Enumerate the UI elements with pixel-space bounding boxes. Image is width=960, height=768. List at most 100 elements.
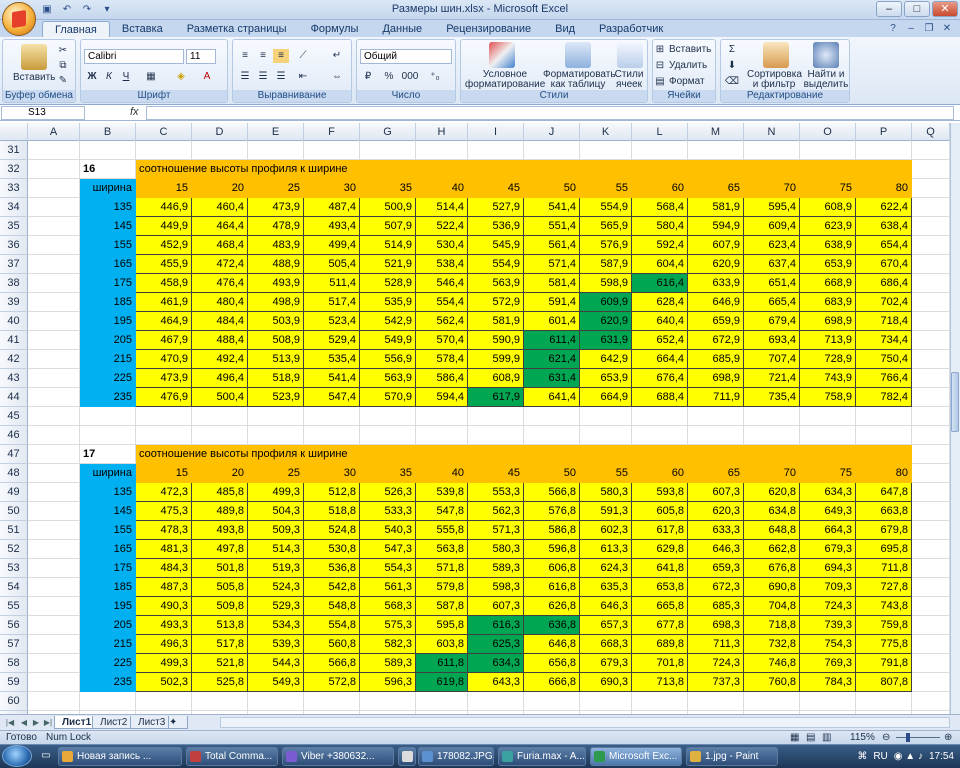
value-cell[interactable]: 693,4 (744, 331, 800, 350)
value-cell[interactable]: 484,3 (136, 559, 192, 578)
cell[interactable] (28, 597, 80, 616)
cell[interactable] (28, 407, 80, 426)
cell[interactable] (744, 407, 800, 426)
value-cell[interactable]: 549,3 (248, 673, 304, 692)
clear-icon[interactable]: ⌫ (724, 75, 740, 89)
value-cell[interactable]: 580,3 (468, 540, 524, 559)
cell[interactable] (28, 350, 80, 369)
tab-7[interactable]: Разработчик (587, 21, 675, 38)
ratio-header-cell[interactable]: 20 (192, 464, 248, 483)
value-cell[interactable]: 662,8 (744, 540, 800, 559)
tire-width-cell[interactable]: 155 (80, 521, 136, 540)
value-cell[interactable]: 646,8 (524, 635, 580, 654)
cell[interactable] (192, 692, 248, 711)
clock[interactable]: 17:54 (929, 751, 954, 762)
sheet-tab-3[interactable]: Лист3 (130, 716, 174, 729)
cell[interactable] (28, 198, 80, 217)
value-cell[interactable]: 563,9 (360, 369, 416, 388)
cell[interactable] (28, 559, 80, 578)
tire-width-cell[interactable]: 225 (80, 369, 136, 388)
value-cell[interactable]: 617,8 (632, 521, 688, 540)
value-cell[interactable]: 750,4 (856, 350, 912, 369)
value-cell[interactable]: 651,4 (744, 274, 800, 293)
cell[interactable] (136, 141, 192, 160)
value-cell[interactable]: 601,4 (524, 312, 580, 331)
value-cell[interactable]: 622,4 (856, 198, 912, 217)
cell[interactable] (80, 692, 136, 711)
value-cell[interactable]: 511,4 (304, 274, 360, 293)
column-header-J[interactable]: J (524, 123, 580, 141)
value-cell[interactable]: 536,9 (468, 217, 524, 236)
cell[interactable] (468, 407, 524, 426)
minimize-button[interactable]: – (876, 1, 902, 17)
value-cell[interactable]: 732,8 (744, 635, 800, 654)
cell[interactable] (912, 236, 950, 255)
value-cell[interactable]: 580,3 (580, 483, 632, 502)
value-cell[interactable]: 641,8 (632, 559, 688, 578)
tab-0[interactable]: Главная (42, 21, 110, 38)
column-header-B[interactable]: B (80, 123, 136, 141)
tire-width-cell[interactable]: 175 (80, 274, 136, 293)
value-cell[interactable]: 529,3 (248, 597, 304, 616)
value-cell[interactable]: 709,3 (800, 578, 856, 597)
column-header-C[interactable]: C (136, 123, 192, 141)
row-header[interactable]: 54 (0, 578, 28, 597)
value-cell[interactable]: 579,8 (416, 578, 468, 597)
row-header[interactable]: 58 (0, 654, 28, 673)
value-cell[interactable]: 628,4 (632, 293, 688, 312)
highlight-value-cell[interactable]: 616,4 (632, 274, 688, 293)
column-header-D[interactable]: D (192, 123, 248, 141)
cell[interactable] (912, 198, 950, 217)
value-cell[interactable]: 554,9 (580, 198, 632, 217)
value-cell[interactable]: 576,9 (580, 236, 632, 255)
value-cell[interactable]: 656,8 (524, 654, 580, 673)
value-cell[interactable]: 721,4 (744, 369, 800, 388)
value-cell[interactable]: 760,8 (744, 673, 800, 692)
taskbar-item-0[interactable]: Новая запись ... (58, 747, 182, 766)
tire-width-cell[interactable]: 195 (80, 312, 136, 331)
value-cell[interactable]: 556,9 (360, 350, 416, 369)
column-header-E[interactable]: E (248, 123, 304, 141)
align-left-icon[interactable]: ☰ (237, 70, 253, 84)
percent-button[interactable]: % (381, 70, 397, 84)
value-cell[interactable]: 563,9 (468, 274, 524, 293)
cell[interactable] (912, 540, 950, 559)
column-header-K[interactable]: K (580, 123, 632, 141)
value-cell[interactable]: 664,4 (632, 350, 688, 369)
value-cell[interactable]: 685,9 (688, 350, 744, 369)
value-cell[interactable]: 458,9 (136, 274, 192, 293)
value-cell[interactable]: 541,4 (304, 369, 360, 388)
value-cell[interactable]: 807,8 (856, 673, 912, 692)
cell[interactable] (912, 616, 950, 635)
value-cell[interactable]: 594,4 (416, 388, 468, 407)
cell[interactable] (192, 426, 248, 445)
cell[interactable] (632, 426, 688, 445)
value-cell[interactable]: 517,8 (192, 635, 248, 654)
value-cell[interactable]: 513,8 (192, 616, 248, 635)
value-cell[interactable]: 634,8 (744, 502, 800, 521)
tire-width-cell[interactable]: 185 (80, 293, 136, 312)
ratio-header-cell[interactable]: 45 (468, 464, 524, 483)
value-cell[interactable]: 643,3 (468, 673, 524, 692)
value-cell[interactable]: 505,8 (192, 578, 248, 597)
value-cell[interactable]: 727,8 (856, 578, 912, 597)
tire-width-cell[interactable]: 215 (80, 635, 136, 654)
value-cell[interactable]: 640,4 (632, 312, 688, 331)
value-cell[interactable]: 464,9 (136, 312, 192, 331)
highlight-value-cell[interactable]: 616,3 (468, 616, 524, 635)
value-cell[interactable]: 493,9 (248, 274, 304, 293)
cell[interactable] (912, 426, 950, 445)
value-cell[interactable]: 633,3 (688, 521, 744, 540)
value-cell[interactable]: 653,9 (800, 255, 856, 274)
value-cell[interactable]: 468,4 (192, 236, 248, 255)
cell[interactable] (744, 692, 800, 711)
value-cell[interactable]: 677,8 (632, 616, 688, 635)
value-cell[interactable]: 547,3 (360, 540, 416, 559)
cell[interactable] (28, 160, 80, 179)
value-cell[interactable]: 665,8 (632, 597, 688, 616)
column-header-A[interactable]: A (28, 123, 80, 141)
fx-button[interactable]: fx (130, 106, 139, 118)
cell[interactable] (28, 692, 80, 711)
cell[interactable] (912, 141, 950, 160)
value-cell[interactable]: 464,4 (192, 217, 248, 236)
